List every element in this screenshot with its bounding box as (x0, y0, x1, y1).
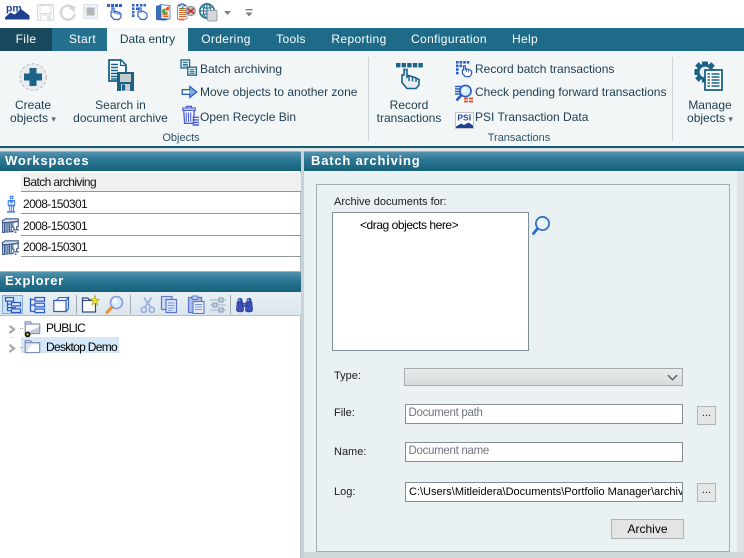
svg-text:PSI: PSI (457, 113, 471, 123)
